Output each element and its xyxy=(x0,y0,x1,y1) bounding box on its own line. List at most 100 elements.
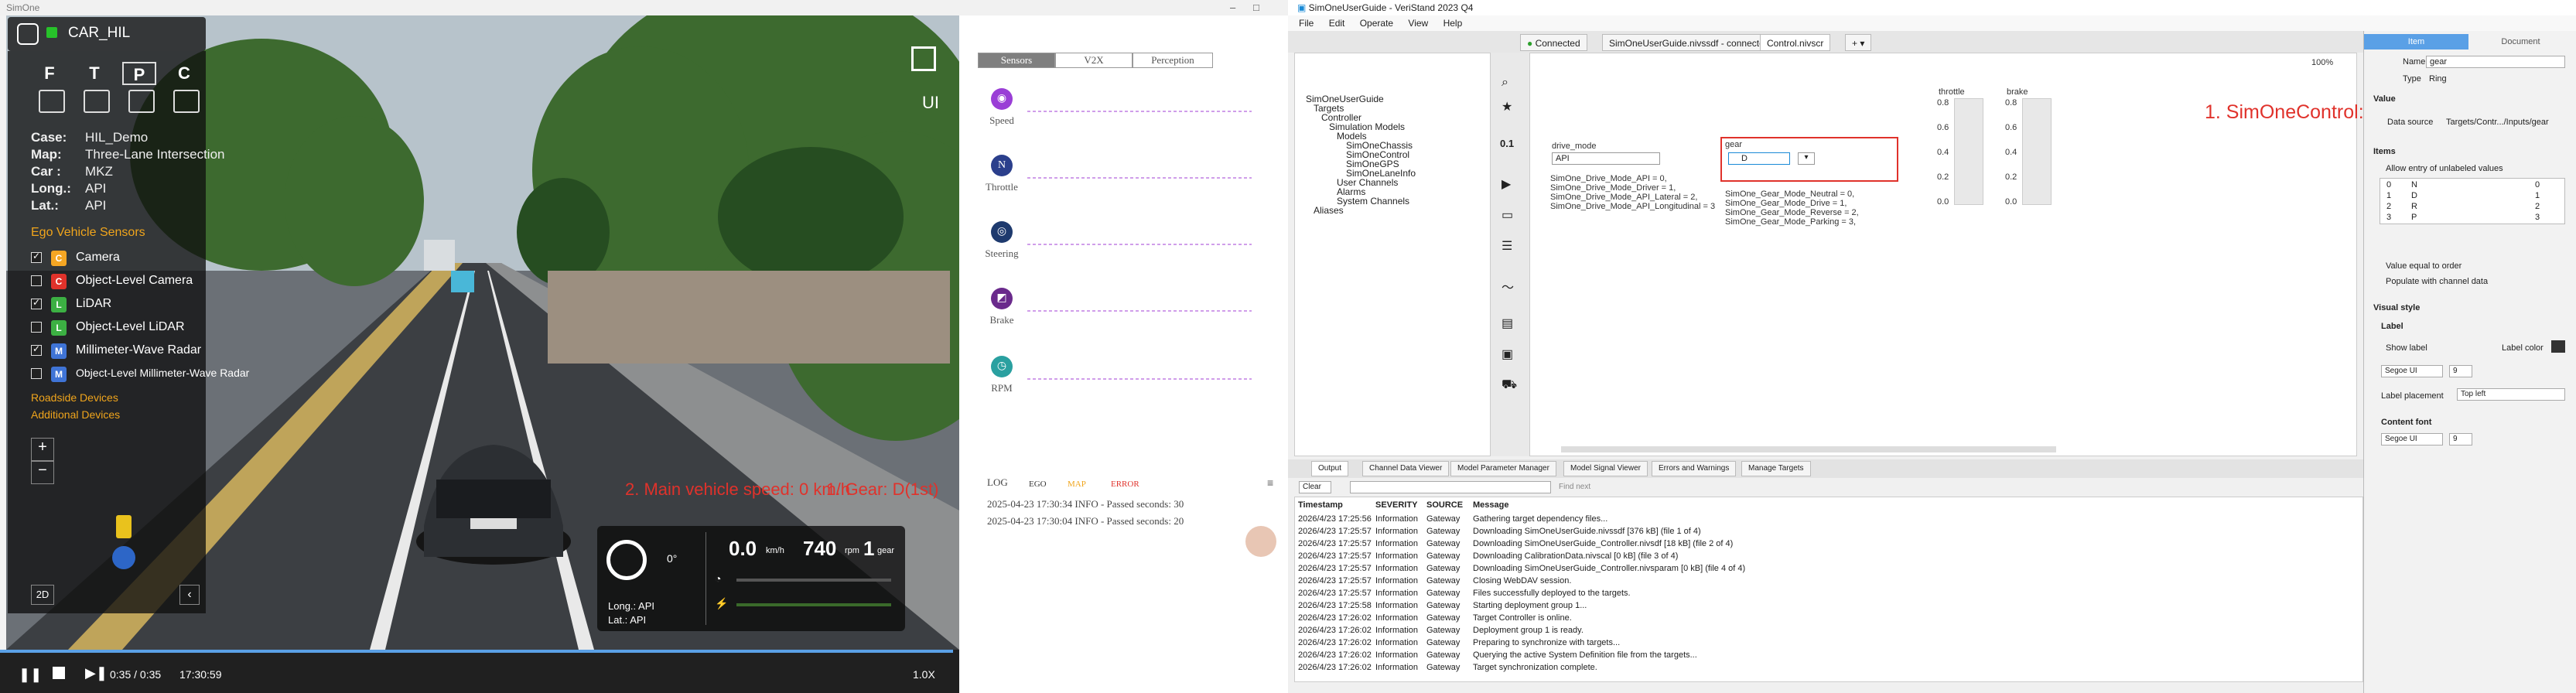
gear-dropdown-icon[interactable]: ▾ xyxy=(1798,152,1815,165)
menu-help[interactable]: Help xyxy=(1443,18,1463,29)
tab-system-definition[interactable]: SimOneUserGuide.nivssdf - connected xyxy=(1602,34,1777,51)
log-col-severity[interactable]: SEVERITY xyxy=(1375,500,1417,510)
allow-entry-checkbox[interactable]: Allow entry of unlabeled values xyxy=(2386,164,2503,173)
numeric-icon[interactable]: 0.1 xyxy=(1500,138,1514,149)
save-icon[interactable]: ▣ xyxy=(1502,346,1513,362)
log-col-timestamp[interactable]: Timestamp xyxy=(1298,500,1343,510)
menu-operate[interactable]: Operate xyxy=(1360,18,1393,29)
data-source-value[interactable]: Targets/Contr.../Inputs/gear xyxy=(2446,118,2549,127)
additional-devices[interactable]: Additional Devices xyxy=(31,408,120,421)
add-tab-button[interactable]: + ▾ xyxy=(1845,34,1872,51)
populate-checkbox[interactable]: Populate with channel data xyxy=(2386,277,2488,286)
button-icon[interactable]: ▭ xyxy=(1502,207,1513,223)
find-input[interactable] xyxy=(1350,481,1551,493)
tab-connected[interactable]: ● Connected xyxy=(1520,34,1587,51)
show-label-checkbox[interactable]: Show label xyxy=(2386,343,2427,353)
value-section[interactable]: Value xyxy=(2373,94,2396,104)
view-square-icon[interactable] xyxy=(39,90,65,113)
tree-node[interactable]: System Channels xyxy=(1337,196,1409,207)
menu-view[interactable]: View xyxy=(1408,18,1428,29)
star-icon[interactable]: ★ xyxy=(1502,99,1512,114)
zoom-level[interactable]: 100% xyxy=(2311,58,2333,67)
tab-model-parameter-manager[interactable]: Model Parameter Manager xyxy=(1450,461,1556,476)
seek-bar[interactable] xyxy=(0,650,953,653)
fullscreen-icon[interactable] xyxy=(911,46,936,71)
tab-perception[interactable]: Perception xyxy=(1133,53,1213,68)
car-icon[interactable]: ⛟ xyxy=(1502,377,1517,393)
value-equal-checkbox[interactable]: Value equal to order xyxy=(2386,261,2462,271)
drive-mode-control[interactable]: API xyxy=(1552,152,1660,165)
log-filter-error[interactable]: ERROR xyxy=(1111,480,1139,489)
slider-icon[interactable]: ▶ xyxy=(1502,176,1511,192)
mode-button-f[interactable]: F xyxy=(32,62,67,85)
tab-output[interactable]: Output xyxy=(1311,461,1349,476)
collapse-panel-icon[interactable]: ‹ xyxy=(179,585,200,605)
log-row-cell: Information xyxy=(1375,650,1419,660)
mode-button-t[interactable]: T xyxy=(77,62,111,85)
table-icon[interactable]: ▤ xyxy=(1502,316,1513,331)
tab-v2x[interactable]: V2X xyxy=(1055,53,1133,68)
mode-button-p[interactable]: P xyxy=(122,62,156,85)
clear-button[interactable]: Clear xyxy=(1299,481,1331,493)
label-color-swatch[interactable] xyxy=(2551,340,2565,353)
content-font-select[interactable]: Segoe UI xyxy=(2381,433,2443,446)
zoom-out-button[interactable]: − xyxy=(31,461,54,484)
path-icon[interactable] xyxy=(128,90,155,113)
font-size-select[interactable]: 9 xyxy=(2449,365,2472,377)
log-filter-ego[interactable]: EGO xyxy=(1029,480,1047,489)
playback-rate[interactable]: 1.0X xyxy=(913,668,935,681)
maximize-icon[interactable]: □ xyxy=(1253,2,1259,13)
mode-button-c[interactable]: C xyxy=(167,62,201,85)
zoom-in-button[interactable]: + xyxy=(31,438,54,461)
menu-file[interactable]: File xyxy=(1299,18,1314,29)
metric-speed[interactable]: ◉ Speed xyxy=(982,88,1021,127)
label-placement-select[interactable]: Top left xyxy=(2457,388,2565,401)
gear-ring-control[interactable]: D xyxy=(1728,152,1790,165)
cube-icon[interactable] xyxy=(84,90,110,113)
avatar[interactable] xyxy=(1245,526,1276,557)
props-tab-item[interactable]: Item xyxy=(2364,34,2468,50)
step-forward-icon[interactable]: ▶❚ xyxy=(85,665,108,681)
road-icon[interactable] xyxy=(173,90,200,113)
view-2d-button[interactable]: 2D xyxy=(31,585,54,605)
list-icon[interactable]: ☰ xyxy=(1502,238,1512,254)
roadside-devices[interactable]: Roadside Devices xyxy=(31,391,118,404)
visual-style-section[interactable]: Visual style xyxy=(2373,303,2420,312)
tab-sensors[interactable]: Sensors xyxy=(978,53,1055,68)
log-menu-icon[interactable]: ≡ xyxy=(1267,476,1273,489)
log-row-cell: Information xyxy=(1375,589,1419,598)
ego-sensors-header[interactable]: Ego Vehicle Sensors xyxy=(31,226,145,240)
stop-icon[interactable] xyxy=(53,667,65,679)
find-next-button[interactable]: Find next xyxy=(1559,483,1590,491)
font-select[interactable]: Segoe UI xyxy=(2381,365,2443,377)
metric-throttle[interactable]: N Throttle xyxy=(982,155,1021,193)
tab-channel-data-viewer[interactable]: Channel Data Viewer xyxy=(1362,461,1450,476)
radar-icon: M xyxy=(51,343,67,359)
control-canvas[interactable]: 1. SimOneControl: switch gear to D (Driv… xyxy=(1529,53,2571,456)
camera-icon[interactable] xyxy=(17,23,39,45)
canvas-scrollbar[interactable] xyxy=(1561,446,2056,452)
props-tab-document[interactable]: Document xyxy=(2468,34,2573,50)
tab-errors-warnings[interactable]: Errors and Warnings xyxy=(1652,461,1737,476)
menu-edit[interactable]: Edit xyxy=(1329,18,1345,29)
graph-icon[interactable]: 〜 xyxy=(1502,277,1514,295)
tree-node[interactable]: Aliases xyxy=(1314,205,1344,216)
content-font-size-select[interactable]: 9 xyxy=(2449,433,2472,446)
ui-toggle[interactable]: UI xyxy=(922,93,939,113)
search-icon[interactable]: ⌕ xyxy=(1502,76,1508,90)
log-col-message[interactable]: Message xyxy=(1473,500,1508,510)
metric-rpm[interactable]: ◷ RPM xyxy=(982,356,1021,394)
metric-steering[interactable]: ◎ Steering xyxy=(982,221,1021,260)
items-section[interactable]: Items xyxy=(2373,147,2396,156)
name-input[interactable]: gear xyxy=(2426,56,2565,68)
gear-label: gear xyxy=(1725,140,1743,149)
log-filter-map[interactable]: MAP xyxy=(1068,480,1086,489)
tab-manage-targets[interactable]: Manage Targets xyxy=(1741,461,1811,476)
metric-brake[interactable]: ◩ Brake xyxy=(982,288,1021,326)
minimize-icon[interactable]: – xyxy=(1230,2,1235,13)
car-selector[interactable]: CAR_HIL xyxy=(8,17,206,51)
tab-model-signal-viewer[interactable]: Model Signal Viewer xyxy=(1563,461,1648,476)
tab-control-screen[interactable]: Control.nivscr xyxy=(1760,34,1831,51)
pause-icon[interactable]: ❚❚ xyxy=(19,667,42,683)
log-col-source[interactable]: SOURCE xyxy=(1426,500,1463,510)
